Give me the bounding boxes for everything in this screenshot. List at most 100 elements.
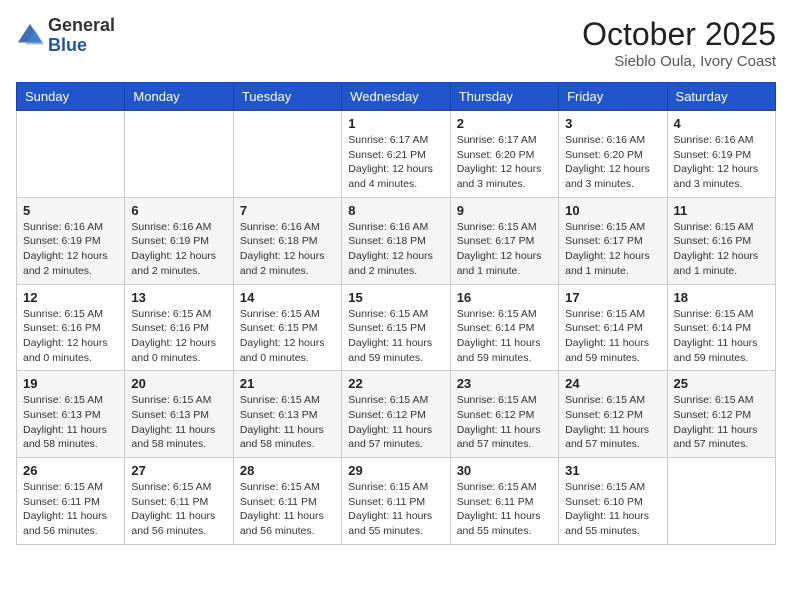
calendar-cell: 6 Sunrise: 6:16 AM Sunset: 6:19 PM Daylig… [125,197,233,284]
calendar-cell: 25Sunrise: 6:15 AM Sunset: 6:12 PM Dayli… [667,371,775,458]
day-info: Sunrise: 6:15 AM Sunset: 6:11 PM Dayligh… [348,480,443,539]
calendar-cell: 30 Sunrise: 6:15 AM Sunset: 6:11 PM Dayli… [450,458,558,545]
day-number: 21 [240,376,335,391]
day-number: 31 [565,463,660,478]
calendar-cell: 22 Sunrise: 6:15 AM Sunset: 6:12 PM Dayli… [342,371,450,458]
location-label: Sieblo Oula, Ivory Coast [582,53,776,70]
calendar-cell [17,111,125,198]
day-info: Sunrise: 6:15 AM Sunset: 6:13 PM Dayligh… [131,393,226,452]
day-number: 3 [565,116,660,131]
day-number: 7 [240,203,335,218]
day-info: Sunrise: 6:15 AM Sunset: 6:12 PM Dayligh… [565,393,660,452]
calendar-week-row: 19 Sunrise: 6:15 AM Sunset: 6:13 PM Dayli… [17,371,776,458]
day-number: 6 [131,203,226,218]
weekday-header-wednesday: Wednesday [342,83,450,111]
day-info: Sunrise: 6:15 AM Sunset: 6:10 PM Dayligh… [565,480,660,539]
calendar-cell [667,458,775,545]
day-info: Sunrise: 6:15 AM Sunset: 6:17 PM Dayligh… [457,220,552,279]
day-info: Sunrise: 6:16 AM Sunset: 6:18 PM Dayligh… [240,220,335,279]
day-info: Sunrise: 6:15 AM Sunset: 6:11 PM Dayligh… [457,480,552,539]
day-number: 18 [674,290,769,305]
calendar-cell: 21 Sunrise: 6:15 AM Sunset: 6:13 PM Dayli… [233,371,341,458]
calendar-cell: 26Sunrise: 6:15 AM Sunset: 6:11 PM Dayli… [17,458,125,545]
weekday-header-row: SundayMondayTuesdayWednesdayThursdayFrid… [17,83,776,111]
weekday-header-tuesday: Tuesday [233,83,341,111]
day-info: Sunrise: 6:15 AM Sunset: 6:15 PM Dayligh… [348,307,443,366]
day-info: Sunrise: 6:15 AM Sunset: 6:16 PM Dayligh… [23,307,118,366]
weekday-header-sunday: Sunday [17,83,125,111]
day-info: Sunrise: 6:15 AM Sunset: 6:17 PM Dayligh… [565,220,660,279]
day-number: 11 [674,203,769,218]
day-info: Sunrise: 6:17 AM Sunset: 6:21 PM Dayligh… [348,133,443,192]
day-info: Sunrise: 6:15 AM Sunset: 6:11 PM Dayligh… [240,480,335,539]
day-number: 27 [131,463,226,478]
calendar-week-row: 26Sunrise: 6:15 AM Sunset: 6:11 PM Dayli… [17,458,776,545]
day-number: 23 [457,376,552,391]
day-number: 24 [565,376,660,391]
calendar-cell: 7 Sunrise: 6:16 AM Sunset: 6:18 PM Daylig… [233,197,341,284]
day-info: Sunrise: 6:15 AM Sunset: 6:14 PM Dayligh… [674,307,769,366]
day-info: Sunrise: 6:15 AM Sunset: 6:11 PM Dayligh… [23,480,118,539]
calendar-cell: 15 Sunrise: 6:15 AM Sunset: 6:15 PM Dayli… [342,284,450,371]
calendar-cell: 17 Sunrise: 6:15 AM Sunset: 6:14 PM Dayli… [559,284,667,371]
day-info: Sunrise: 6:15 AM Sunset: 6:16 PM Dayligh… [674,220,769,279]
calendar-cell: 12Sunrise: 6:15 AM Sunset: 6:16 PM Dayli… [17,284,125,371]
day-number: 19 [23,376,118,391]
day-info: Sunrise: 6:16 AM Sunset: 6:18 PM Dayligh… [348,220,443,279]
calendar-week-row: 1Sunrise: 6:17 AM Sunset: 6:21 PM Daylig… [17,111,776,198]
calendar-cell: 1Sunrise: 6:17 AM Sunset: 6:21 PM Daylig… [342,111,450,198]
day-number: 15 [348,290,443,305]
calendar-cell [233,111,341,198]
day-info: Sunrise: 6:15 AM Sunset: 6:14 PM Dayligh… [457,307,552,366]
day-number: 9 [457,203,552,218]
day-info: Sunrise: 6:15 AM Sunset: 6:11 PM Dayligh… [131,480,226,539]
day-info: Sunrise: 6:16 AM Sunset: 6:20 PM Dayligh… [565,133,660,192]
logo: General Blue [16,16,115,56]
logo-blue-text: Blue [48,35,87,55]
day-info: Sunrise: 6:15 AM Sunset: 6:13 PM Dayligh… [240,393,335,452]
day-number: 30 [457,463,552,478]
calendar-cell: 27 Sunrise: 6:15 AM Sunset: 6:11 PM Dayli… [125,458,233,545]
calendar-cell: 18 Sunrise: 6:15 AM Sunset: 6:14 PM Dayli… [667,284,775,371]
calendar-cell: 19Sunrise: 6:15 AM Sunset: 6:13 PM Dayli… [17,371,125,458]
day-number: 2 [457,116,552,131]
calendar-cell: 4Sunrise: 6:16 AM Sunset: 6:19 PM Daylig… [667,111,775,198]
day-info: Sunrise: 6:15 AM Sunset: 6:15 PM Dayligh… [240,307,335,366]
day-info: Sunrise: 6:17 AM Sunset: 6:20 PM Dayligh… [457,133,552,192]
calendar-week-row: 12Sunrise: 6:15 AM Sunset: 6:16 PM Dayli… [17,284,776,371]
calendar-cell: 29 Sunrise: 6:15 AM Sunset: 6:11 PM Dayli… [342,458,450,545]
day-number: 14 [240,290,335,305]
day-number: 10 [565,203,660,218]
calendar-cell: 31 Sunrise: 6:15 AM Sunset: 6:10 PM Dayli… [559,458,667,545]
calendar-cell: 16 Sunrise: 6:15 AM Sunset: 6:14 PM Dayli… [450,284,558,371]
calendar-cell: 20Sunrise: 6:15 AM Sunset: 6:13 PM Dayli… [125,371,233,458]
day-info: Sunrise: 6:16 AM Sunset: 6:19 PM Dayligh… [131,220,226,279]
day-number: 13 [131,290,226,305]
weekday-header-friday: Friday [559,83,667,111]
calendar-cell: 8Sunrise: 6:16 AM Sunset: 6:18 PM Daylig… [342,197,450,284]
calendar-cell: 11 Sunrise: 6:15 AM Sunset: 6:16 PM Dayli… [667,197,775,284]
day-number: 22 [348,376,443,391]
calendar-cell: 5Sunrise: 6:16 AM Sunset: 6:19 PM Daylig… [17,197,125,284]
day-info: Sunrise: 6:15 AM Sunset: 6:14 PM Dayligh… [565,307,660,366]
logo-general-text: General [48,15,115,35]
day-info: Sunrise: 6:15 AM Sunset: 6:12 PM Dayligh… [457,393,552,452]
title-section: October 2025 Sieblo Oula, Ivory Coast [582,16,776,70]
day-number: 17 [565,290,660,305]
day-number: 25 [674,376,769,391]
weekday-header-saturday: Saturday [667,83,775,111]
day-info: Sunrise: 6:16 AM Sunset: 6:19 PM Dayligh… [674,133,769,192]
day-info: Sunrise: 6:15 AM Sunset: 6:12 PM Dayligh… [348,393,443,452]
calendar-week-row: 5Sunrise: 6:16 AM Sunset: 6:19 PM Daylig… [17,197,776,284]
day-info: Sunrise: 6:15 AM Sunset: 6:16 PM Dayligh… [131,307,226,366]
logo-icon [16,22,44,50]
calendar-cell: 9 Sunrise: 6:15 AM Sunset: 6:17 PM Daylig… [450,197,558,284]
calendar-cell: 28Sunrise: 6:15 AM Sunset: 6:11 PM Dayli… [233,458,341,545]
day-number: 29 [348,463,443,478]
page-header: General Blue October 2025 Sieblo Oula, I… [16,16,776,70]
month-title: October 2025 [582,16,776,53]
day-info: Sunrise: 6:16 AM Sunset: 6:19 PM Dayligh… [23,220,118,279]
calendar-cell: 10 Sunrise: 6:15 AM Sunset: 6:17 PM Dayli… [559,197,667,284]
calendar-cell: 2 Sunrise: 6:17 AM Sunset: 6:20 PM Daylig… [450,111,558,198]
day-number: 16 [457,290,552,305]
